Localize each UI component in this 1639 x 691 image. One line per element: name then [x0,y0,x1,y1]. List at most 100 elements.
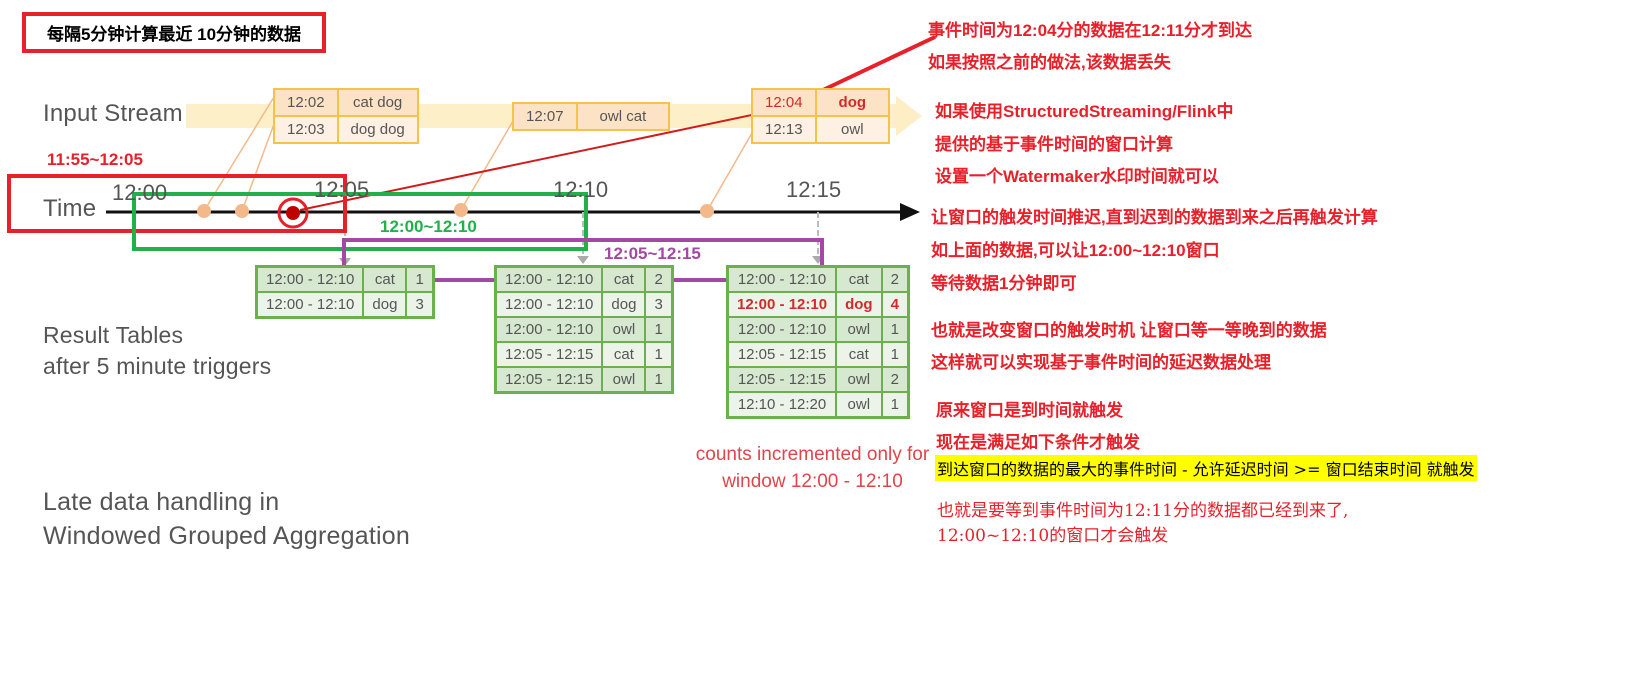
window-label-purple: 12:05~12:15 [604,244,701,263]
note: 等待数据1分钟即可 [931,274,1077,293]
cell-word: owl [835,391,883,419]
cell-window: 12:00 - 12:10 [255,291,365,319]
table-row: 12:00 - 12:10 cat 1 [255,265,435,293]
late-event-dot [286,206,300,220]
note: 让窗口的触发时间推迟,直到迟到的数据到来之后再触发计算 [931,208,1378,227]
cell-count: 3 [405,291,435,319]
event-time: 12:07 [512,102,578,131]
input-event-table: 12:07 owl cat [512,102,671,131]
counts-note-line: window 12:00 - 12:10 [722,471,903,492]
table-row: 12:05 - 12:15 owl 2 [726,366,910,393]
window-label-red: 11:55~12:05 [47,150,143,169]
cell-count: 1 [644,366,674,394]
table-row: 12:00 - 12:10 cat 2 [494,265,674,293]
result-tables-label: Result Tables [43,322,184,348]
cell-window: 12:10 - 12:20 [726,391,838,419]
cell-window: 12:05 - 12:15 [726,341,838,368]
cell-word: cat [362,265,408,293]
cell-word: owl [601,366,647,394]
cell-count: 2 [644,265,674,293]
cell-word: owl [835,366,883,393]
input-event-table: 12:04 dog 12:13 owl [751,88,891,144]
down-arrow-icon [577,256,589,264]
cell-word: owl [835,316,883,343]
connector-line [241,123,275,212]
cell-word: cat [601,341,647,368]
time-label: Time [43,195,97,222]
event-row: 12:13 owl [751,115,891,144]
note: 如果使用StructuredStreaming/Flink中 [935,102,1234,121]
event-words: owl cat [575,102,671,131]
connector-line [706,132,753,212]
cell-count: 1 [644,341,674,368]
cell-count: 1 [880,316,910,343]
input-event-table: 12:02 cat dog 12:03 dog dog [273,88,419,144]
cell-count: 1 [405,265,435,293]
cell-word: cat [835,265,883,293]
table-row: 12:00 - 12:10 owl 1 [726,316,910,343]
note: 提供的基于事件时间的窗口计算 [935,135,1173,154]
table-row: 12:00 - 12:10 dog 3 [255,291,435,319]
note: 如上面的数据,可以让12:00~12:10窗口 [931,241,1220,260]
cell-window: 12:05 - 12:15 [494,341,604,368]
counts-note: counts incremented only for window 12:00… [680,441,945,495]
window-label-green: 12:00~12:10 [380,217,477,236]
axis-arrow-icon [900,203,920,221]
cell-window: 12:00 - 12:10 [726,316,838,343]
event-row: 12:07 owl cat [512,102,671,131]
cell-count: 1 [880,341,910,368]
event-row: 12:04 dog [751,88,891,117]
late-data-sublabel: Windowed Grouped Aggregation [43,522,410,550]
table-row: 12:05 - 12:15 cat 1 [726,341,910,368]
note: 事件时间为12:04分的数据在12:11分才到达 [928,21,1253,40]
note: 设置一个Watermaker水印时间就可以 [935,167,1219,186]
event-words: dog dog [336,115,419,144]
result-tables-sublabel: after 5 minute triggers [43,353,272,379]
result-table: 12:00 - 12:10 cat 2 12:00 - 12:10 dog 4 12:0… [726,265,910,419]
cell-count: 2 [880,265,910,293]
note: 原来窗口是到时间就触发 [936,401,1123,420]
event-dot [700,204,714,218]
note: 这样就可以实现基于事件时间的延迟数据处理 [931,353,1271,372]
cell-window: 12:00 - 12:10 [494,316,604,343]
result-table: 12:00 - 12:10 cat 1 12:00 - 12:10 dog 3 [255,265,435,319]
connector-line [460,120,514,211]
cell-count: 2 [880,366,910,393]
cell-word: dog [835,291,883,318]
event-row: 12:02 cat dog [273,88,419,117]
tick-label: 12:00 [112,180,168,205]
tick-label: 12:15 [786,177,842,202]
counts-note-line: counts incremented only for [695,444,930,465]
table-row: 12:00 - 12:10 cat 2 [726,265,910,293]
cell-count: 3 [644,291,674,318]
tick-label: 12:05 [314,177,370,202]
event-words: dog [814,88,891,117]
trigger-condition: 到达窗口的数据的最大的事件时间 - 允许延迟时间 >= 窗口结束时间 就触发 [935,455,1477,481]
cell-window: 12:00 - 12:10 [255,265,365,293]
table-row: 12:10 - 12:20 owl 1 [726,391,910,419]
event-words: cat dog [336,88,419,117]
event-dot [197,204,211,218]
note: 现在是满足如下条件才触发 [936,433,1140,452]
table-row: 12:00 - 12:10 owl 1 [494,316,674,343]
explain-line: 12:00~12:10的窗口才会触发 [937,526,1169,546]
late-data-label: Late data handling in [43,488,280,516]
cell-window: 12:05 - 12:15 [726,366,838,393]
note: 也就是改变窗口的触发时机 让窗口等一等晚到的数据 [931,321,1327,340]
cell-count: 4 [880,291,910,318]
cell-count: 1 [644,316,674,343]
cell-window: 12:00 - 12:10 [726,291,838,318]
event-words: owl [814,115,891,144]
cell-count: 1 [880,391,910,419]
explain-line: 也就是要等到事件时间为12:11分的数据都已经到来了, [937,501,1349,521]
event-row: 12:03 dog dog [273,115,419,144]
cell-word: dog [362,291,408,319]
note: 如果按照之前的做法,该数据丢失 [928,53,1171,72]
cell-window: 12:05 - 12:15 [494,366,604,394]
tick-label: 12:10 [553,177,609,202]
cell-word: dog [601,291,647,318]
table-row: 12:00 - 12:10 dog 3 [494,291,674,318]
event-dot [235,204,249,218]
cell-window: 12:00 - 12:10 [726,265,838,293]
table-row: 12:05 - 12:15 owl 1 [494,366,674,394]
